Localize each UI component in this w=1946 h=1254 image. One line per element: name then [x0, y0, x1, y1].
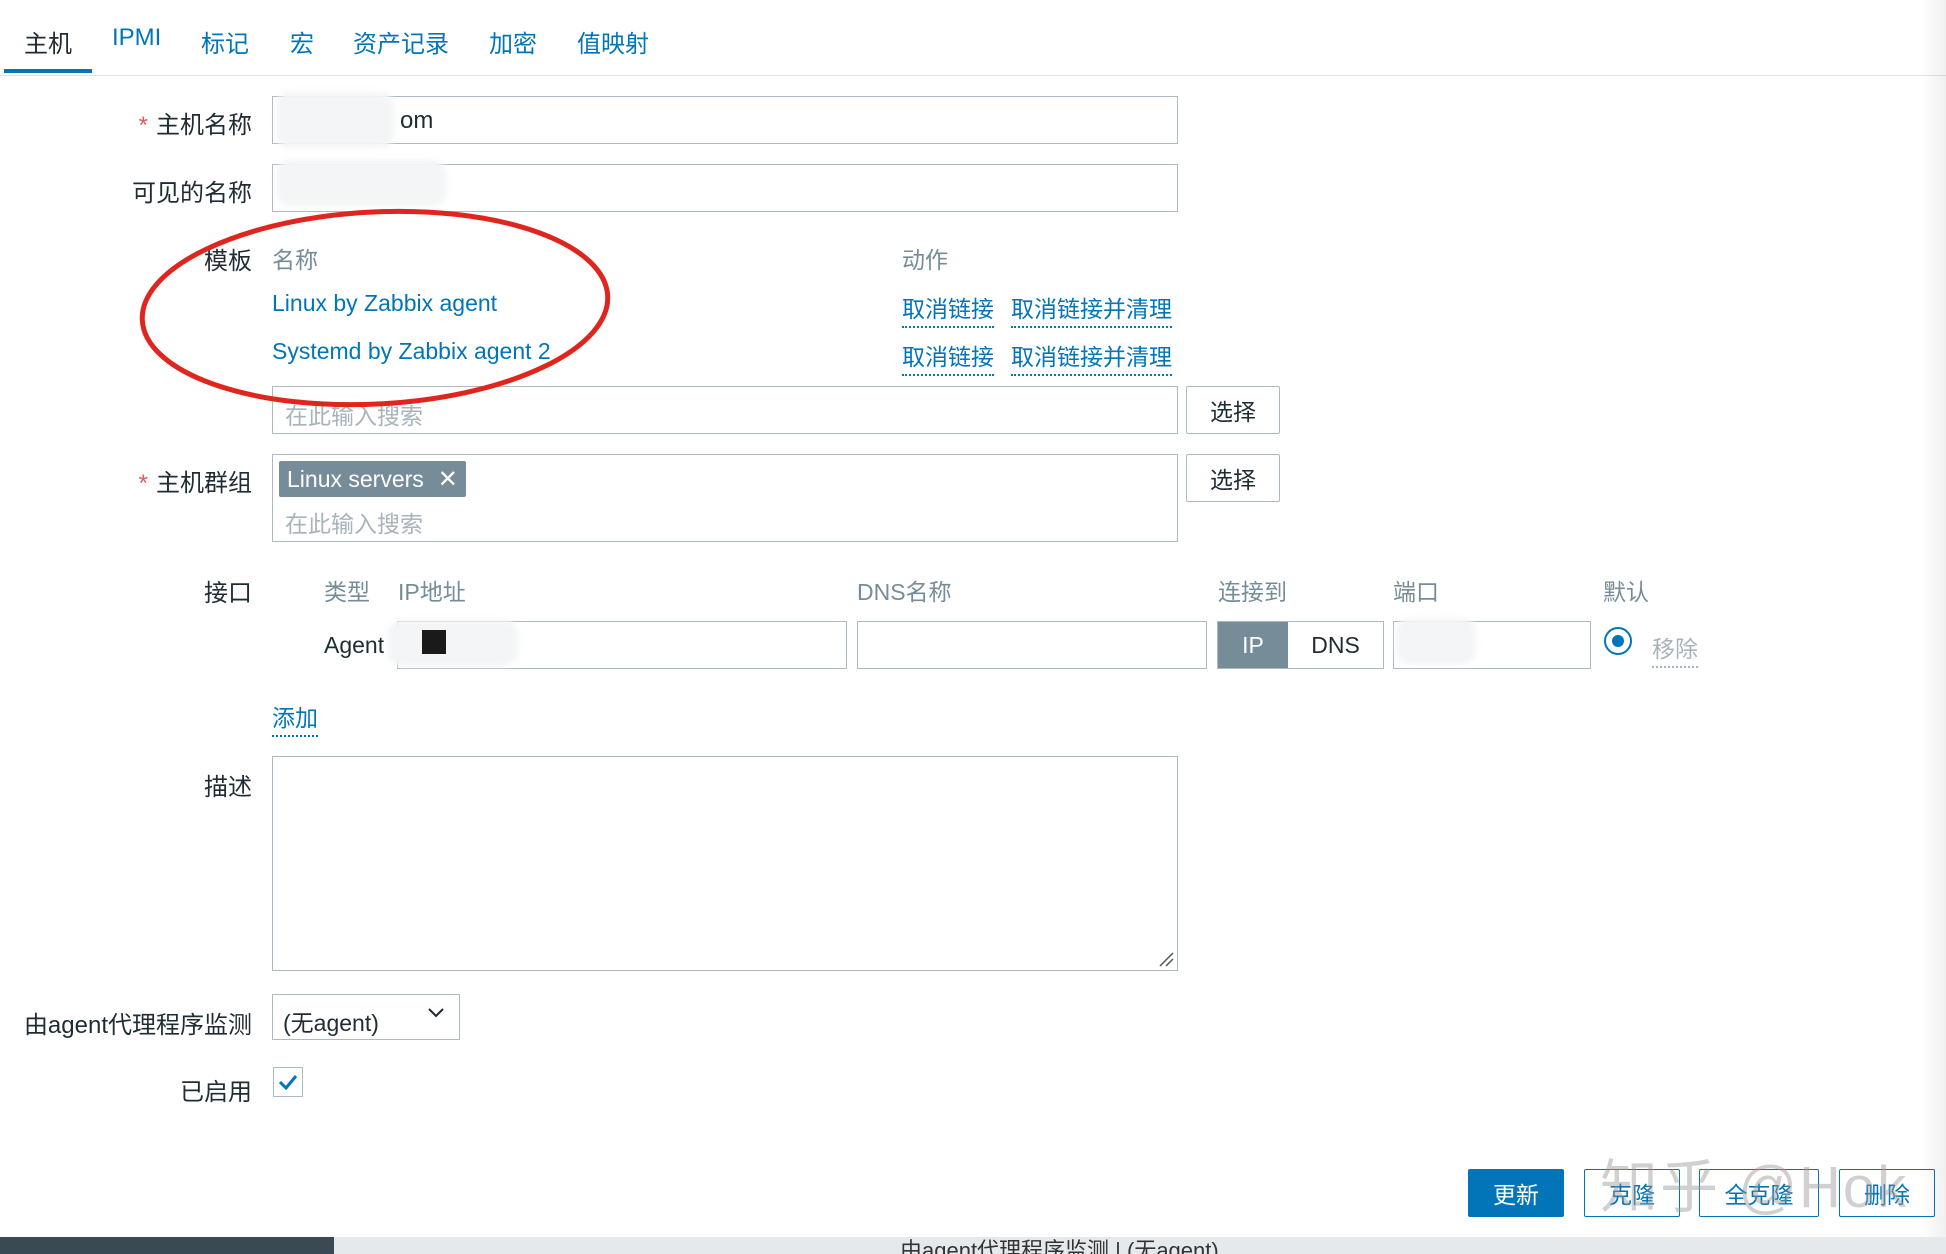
- tab-bar: 主机 IPMI 标记 宏 资产记录 加密 值映射: [0, 0, 1946, 76]
- tab-encryption[interactable]: 加密: [489, 24, 537, 59]
- tab-ipmi[interactable]: IPMI: [112, 24, 161, 52]
- proxy-select-value: (无agent): [283, 1010, 379, 1036]
- interface-port-header: 端口: [1393, 579, 1439, 605]
- window-edge-shadow: [1920, 0, 1946, 1254]
- redaction-blur: [388, 620, 518, 666]
- resize-handle-icon[interactable]: [1158, 951, 1174, 967]
- interface-dns-header: DNS名称: [857, 579, 952, 605]
- tab-host[interactable]: 主机: [24, 24, 72, 59]
- tab-macros[interactable]: 宏: [290, 24, 314, 59]
- unlink-link[interactable]: 取消链接: [902, 290, 994, 328]
- interface-dns-input[interactable]: [857, 621, 1207, 669]
- redaction-blur: [1396, 618, 1476, 664]
- remove-chip-icon[interactable]: ✕: [438, 465, 458, 494]
- update-button[interactable]: 更新: [1468, 1169, 1564, 1217]
- active-tab-indicator: [4, 69, 92, 73]
- enabled-label: 已启用: [180, 1079, 252, 1106]
- default-interface-radio[interactable]: [1604, 627, 1632, 655]
- check-icon: [278, 1075, 298, 1091]
- connect-to-toggle[interactable]: IP DNS: [1217, 621, 1384, 669]
- host-name-input[interactable]: om: [272, 96, 1178, 144]
- tab-value-mapping[interactable]: 值映射: [577, 24, 649, 59]
- host-groups-input[interactable]: Linux servers ✕ 在此输入搜索: [272, 454, 1178, 542]
- connect-dns-option[interactable]: DNS: [1288, 622, 1383, 668]
- proxy-select[interactable]: (无agent): [272, 994, 460, 1040]
- redaction-block: [422, 630, 446, 654]
- description-textarea[interactable]: [272, 756, 1178, 971]
- template-select-button[interactable]: 选择: [1186, 386, 1280, 434]
- proxy-label: 由agent代理程序监测: [23, 1012, 252, 1039]
- watermark: 知乎 @Hok: [1600, 1155, 1909, 1220]
- interface-type-header: 类型: [324, 579, 370, 605]
- tab-tags[interactable]: 标记: [201, 24, 249, 59]
- host-group-chip: Linux servers ✕: [279, 461, 466, 497]
- add-interface-link[interactable]: 添加: [272, 699, 318, 737]
- description-label: 描述: [204, 774, 252, 801]
- interfaces-label: 接口: [204, 580, 252, 607]
- tab-inventory[interactable]: 资产记录: [353, 24, 449, 59]
- unlink-clear-link[interactable]: 取消链接并清理: [1011, 290, 1172, 328]
- host-name-value: om: [400, 107, 434, 134]
- interface-type-value: Agent: [324, 632, 385, 658]
- connect-ip-option[interactable]: IP: [1218, 622, 1288, 668]
- enabled-checkbox[interactable]: [273, 1067, 303, 1097]
- host-groups-select-button[interactable]: 选择: [1186, 454, 1280, 502]
- unlink-link[interactable]: 取消链接: [902, 338, 994, 376]
- host-groups-label: * 主机群组: [138, 470, 252, 497]
- background-sidebar: [0, 1237, 334, 1254]
- templates-action-header: 动作: [902, 247, 948, 273]
- background-window-strip: 由agent代理程序监测 | (无agent): [0, 1237, 1946, 1254]
- background-window-text: 由agent代理程序监测 | (无agent): [900, 1238, 1219, 1254]
- interface-ip-header: IP地址: [398, 579, 466, 605]
- chevron-down-icon: [428, 1008, 444, 1018]
- unlink-clear-link[interactable]: 取消链接并清理: [1011, 338, 1172, 376]
- host-groups-search-placeholder: 在此输入搜索: [285, 511, 423, 537]
- annotation-ellipse: [139, 208, 611, 408]
- host-group-chip-label: Linux servers: [287, 465, 424, 492]
- interface-connect-header: 连接到: [1218, 579, 1287, 605]
- redaction-blur: [276, 92, 394, 148]
- interface-default-header: 默认: [1603, 579, 1649, 605]
- host-name-label: * 主机名称: [138, 112, 252, 139]
- remove-interface-link[interactable]: 移除: [1652, 630, 1698, 668]
